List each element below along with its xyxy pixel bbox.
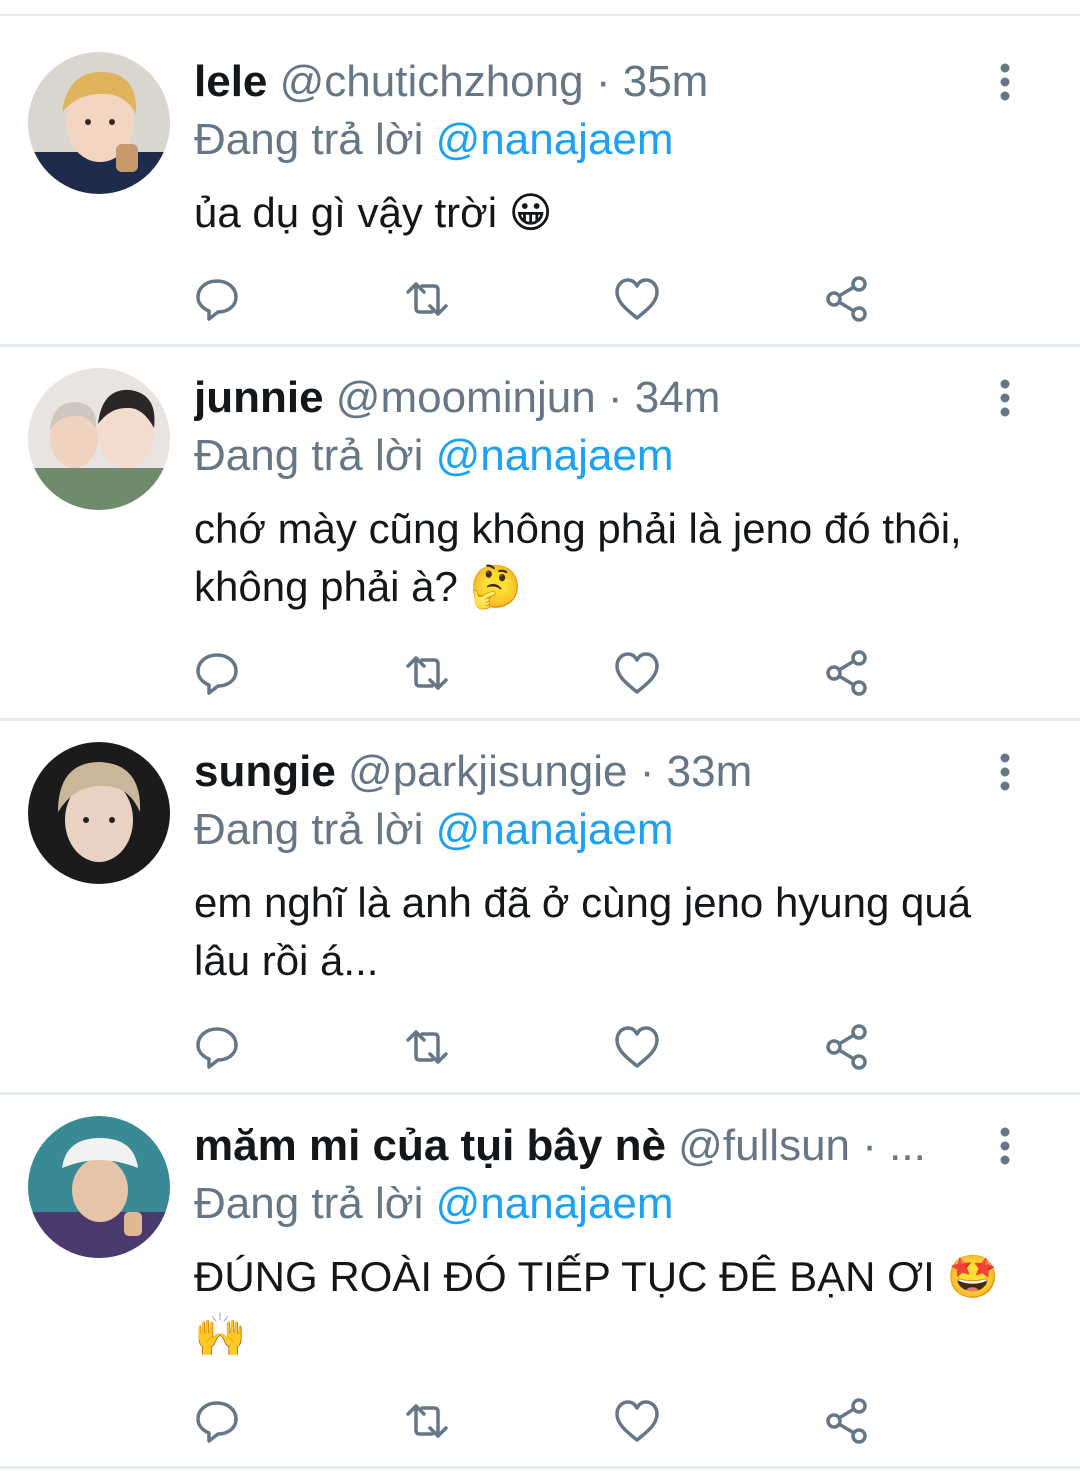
like-icon[interactable] bbox=[612, 1396, 662, 1446]
share-icon[interactable] bbox=[822, 648, 872, 698]
retweet-icon[interactable] bbox=[402, 648, 452, 698]
retweet-icon[interactable] bbox=[402, 274, 452, 324]
avatar[interactable] bbox=[28, 52, 170, 194]
username[interactable]: @fullsun bbox=[678, 1121, 850, 1170]
action-bar bbox=[0, 1396, 1080, 1446]
display-name[interactable]: sungie bbox=[194, 747, 336, 796]
timestamp[interactable]: 35m bbox=[623, 57, 709, 106]
separator: · bbox=[607, 373, 623, 422]
action-bar bbox=[0, 648, 1080, 698]
retweet-icon[interactable] bbox=[402, 1396, 452, 1446]
tweet-text: ủa dụ gì vậy trời 😀 bbox=[194, 189, 553, 236]
display-name[interactable]: lele bbox=[194, 57, 267, 106]
share-icon[interactable] bbox=[822, 1022, 872, 1072]
like-icon[interactable] bbox=[612, 1022, 662, 1072]
username[interactable]: @parkjisungie bbox=[348, 747, 627, 796]
tweet-text: em nghĩ là anh đã ở cùng jeno hyung quá … bbox=[194, 879, 972, 984]
timestamp[interactable]: ... bbox=[889, 1121, 926, 1170]
separator: · bbox=[595, 57, 611, 106]
divider bbox=[0, 1092, 1080, 1095]
tweet-header: sungie @parkjisungie · 33m bbox=[194, 744, 960, 800]
separator: · bbox=[862, 1121, 877, 1170]
divider bbox=[0, 1466, 1080, 1469]
more-vertical-icon[interactable] bbox=[990, 752, 1020, 792]
reply-icon[interactable] bbox=[192, 1022, 242, 1072]
timestamp[interactable]: 34m bbox=[635, 373, 721, 422]
share-icon[interactable] bbox=[822, 1396, 872, 1446]
separator: · bbox=[639, 747, 655, 796]
more-vertical-icon[interactable] bbox=[990, 62, 1020, 102]
more-vertical-icon[interactable] bbox=[990, 378, 1020, 418]
tweet-text: chớ mày cũng không phải là jeno đó thôi,… bbox=[194, 505, 962, 610]
mention-link[interactable]: @nanajaem bbox=[436, 805, 674, 854]
reply-context: Đang trả lời @nanajaem bbox=[194, 1176, 674, 1232]
like-icon[interactable] bbox=[612, 648, 662, 698]
mention-link[interactable]: @nanajaem bbox=[436, 115, 674, 164]
reply-prefix: Đang trả lời bbox=[194, 1179, 424, 1228]
avatar[interactable] bbox=[28, 1116, 170, 1258]
display-name[interactable]: junnie bbox=[194, 373, 324, 422]
reply-prefix: Đang trả lời bbox=[194, 805, 424, 854]
reply-icon[interactable] bbox=[192, 1396, 242, 1446]
tweet-header: junnie @moominjun · 34m bbox=[194, 370, 960, 426]
username[interactable]: @chutichzhong bbox=[280, 57, 584, 106]
reply-icon[interactable] bbox=[192, 274, 242, 324]
top-divider bbox=[0, 14, 1080, 16]
mention-link[interactable]: @nanajaem bbox=[436, 1179, 674, 1228]
divider bbox=[0, 718, 1080, 721]
like-icon[interactable] bbox=[612, 274, 662, 324]
reply-context: Đang trả lời @nanajaem bbox=[194, 112, 674, 168]
tweet-text: ĐÚNG ROÀI ĐÓ TIẾP TỤC ĐÊ BẠN ƠI 🤩🙌 bbox=[194, 1253, 999, 1358]
username[interactable]: @moominjun bbox=[336, 373, 596, 422]
tweet-header: lele @chutichzhong · 35m bbox=[194, 54, 960, 110]
reply-icon[interactable] bbox=[192, 648, 242, 698]
share-icon[interactable] bbox=[822, 274, 872, 324]
reply-prefix: Đang trả lời bbox=[194, 115, 424, 164]
timestamp[interactable]: 33m bbox=[667, 747, 753, 796]
mention-link[interactable]: @nanajaem bbox=[436, 431, 674, 480]
avatar[interactable] bbox=[28, 368, 170, 510]
reply-prefix: Đang trả lời bbox=[194, 431, 424, 480]
more-vertical-icon[interactable] bbox=[990, 1126, 1020, 1166]
action-bar bbox=[0, 1022, 1080, 1072]
reply-context: Đang trả lời @nanajaem bbox=[194, 428, 674, 484]
action-bar bbox=[0, 274, 1080, 324]
retweet-icon[interactable] bbox=[402, 1022, 452, 1072]
avatar[interactable] bbox=[28, 742, 170, 884]
reply-context: Đang trả lời @nanajaem bbox=[194, 802, 674, 858]
display-name[interactable]: măm mi của tụi bây nè bbox=[194, 1121, 666, 1170]
divider bbox=[0, 344, 1080, 347]
tweet-header: măm mi của tụi bây nè @fullsun · ... bbox=[194, 1118, 960, 1174]
